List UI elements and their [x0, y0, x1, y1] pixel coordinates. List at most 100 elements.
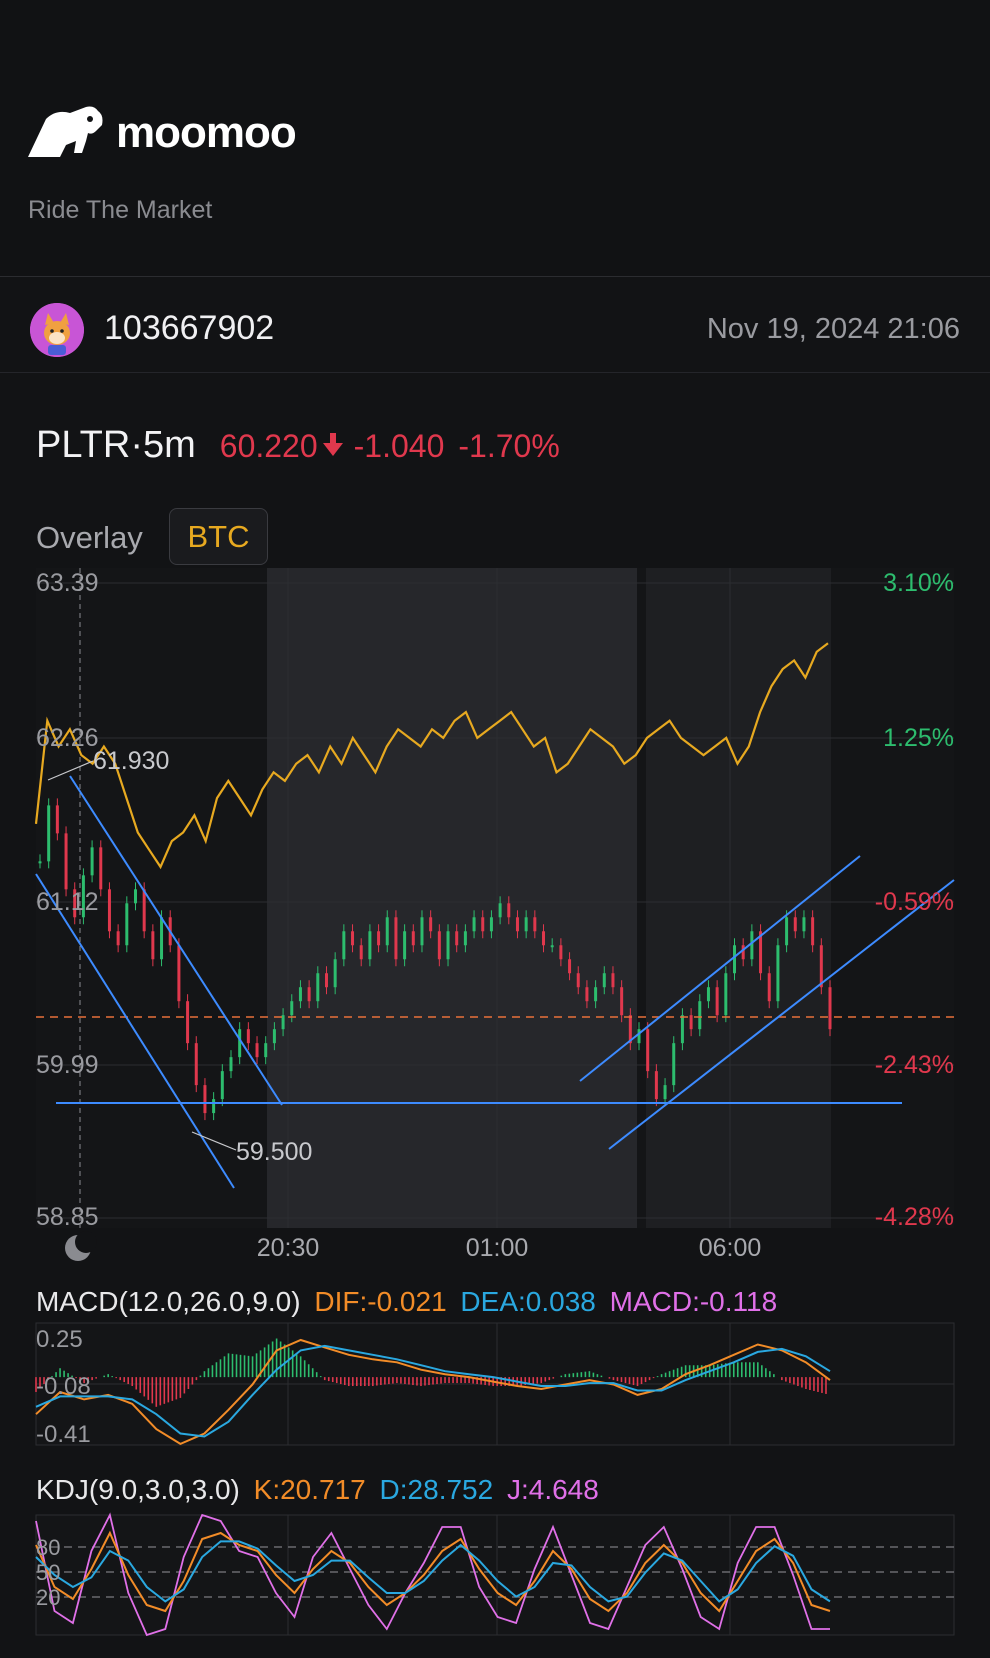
moon-icon: [65, 1231, 97, 1261]
candle-body: [90, 847, 94, 876]
right-tick-3: -2.43%: [875, 1051, 954, 1079]
candle-body: [255, 1043, 259, 1058]
candle-body: [385, 917, 389, 946]
candle-body: [620, 987, 624, 1016]
candle-body: [64, 833, 68, 890]
candle-body: [533, 917, 537, 932]
candle-body: [203, 1085, 207, 1114]
time-tick-1: 01:00: [466, 1234, 529, 1262]
candle-body: [715, 987, 719, 1016]
macd-chart[interactable]: 0.25 -0.08 -0.41: [0, 1320, 990, 1450]
candle-body: [324, 973, 328, 988]
price-change: -1.040: [353, 428, 445, 464]
candle-body: [594, 987, 598, 1002]
macd-header[interactable]: MACD(12.0,26.0,9.0) DIF:-0.021 DEA:0.038…: [36, 1286, 777, 1318]
macd-tick-0: 0.25: [36, 1326, 83, 1353]
candle-body: [272, 1029, 276, 1044]
left-tick-3: 59.99: [36, 1051, 99, 1079]
candle-body: [142, 889, 146, 932]
candle-body: [394, 917, 398, 960]
candle-body: [151, 931, 155, 960]
kdj-chart[interactable]: 80 50 20: [0, 1512, 990, 1648]
candle-body: [99, 847, 103, 890]
candle-body: [680, 1015, 684, 1044]
shiba-avatar-icon: [30, 303, 84, 357]
candle-body: [333, 959, 337, 988]
post-timestamp: Nov 19, 2024 21:06: [706, 313, 960, 345]
candle-body: [628, 1015, 632, 1044]
candle-body: [377, 931, 381, 946]
high-annotation: 61.930: [93, 747, 169, 775]
candle-body: [264, 1043, 268, 1058]
user-id[interactable]: 103667902: [104, 309, 274, 348]
macd-value: MACD:-0.118: [609, 1286, 778, 1317]
candle-body: [351, 931, 355, 946]
candle-body: [672, 1043, 676, 1086]
candle-body: [125, 903, 129, 946]
candle-body: [463, 931, 467, 946]
right-tick-4: -4.28%: [875, 1203, 954, 1231]
ascending-upper-line[interactable]: [579, 855, 861, 1082]
kdj-header[interactable]: KDJ(9.0,3.0,3.0) K:20.717 D:28.752 J:4.6…: [36, 1474, 599, 1506]
candle-body: [706, 987, 710, 1002]
post-author-row: 103667902 Nov 19, 2024 21:06: [0, 277, 990, 373]
overlay-btc-tag[interactable]: BTC: [169, 508, 268, 565]
time-tick-2: 06:00: [699, 1234, 762, 1262]
candle-body: [38, 861, 42, 864]
session-shade: [267, 568, 637, 1228]
tagline: Ride The Market: [28, 196, 213, 224]
ticker-symbol[interactable]: PLTR·5m: [36, 424, 196, 467]
right-tick-2: -0.59%: [875, 888, 954, 916]
candle-body: [290, 1001, 294, 1016]
right-tick-1: 1.25%: [883, 724, 954, 752]
candle-body: [828, 987, 832, 1030]
candle-body: [733, 945, 737, 974]
macd-title: MACD(12.0,26.0,9.0): [36, 1286, 301, 1317]
avatar[interactable]: [30, 303, 84, 357]
candle-body: [698, 1001, 702, 1030]
candle-body: [420, 917, 424, 946]
high-marker-line: [47, 760, 94, 781]
quote-row: PLTR·5m 60.220 -1.040 -1.70%: [36, 424, 574, 467]
overlay-label: Overlay: [36, 520, 143, 555]
kdj-tick-20: 20: [36, 1585, 60, 1610]
candle-body: [368, 931, 372, 960]
candle-body: [481, 917, 485, 932]
candle-body: [73, 889, 77, 918]
candle-body: [281, 1015, 285, 1030]
candle-body: [455, 931, 459, 946]
candle-body: [177, 945, 181, 1002]
candle-body: [168, 917, 172, 946]
channel-lower-line[interactable]: [35, 873, 235, 1189]
candle-body: [246, 1029, 250, 1044]
candle-body: [802, 917, 806, 932]
last-price: 60.220: [219, 428, 318, 464]
session-shade-2: [646, 568, 831, 1228]
candle-body: [741, 945, 745, 960]
macd-tick-2: -0.41: [36, 1421, 91, 1448]
candle-body: [724, 973, 728, 1016]
candle-body: [793, 917, 797, 932]
candle-body: [507, 903, 511, 918]
candle-body: [515, 917, 519, 932]
candle-body: [489, 917, 493, 932]
candle-body: [186, 1001, 190, 1044]
candle-body: [429, 917, 433, 932]
candle-body: [524, 917, 528, 932]
low-marker-line: [191, 1131, 237, 1151]
app-header: moomoo Ride The Market: [0, 0, 990, 277]
candle-body: [212, 1099, 216, 1114]
candle-body: [498, 903, 502, 918]
left-tick-1: 62.26: [36, 724, 99, 752]
candle-body: [568, 959, 572, 974]
left-tick-0: 63.39: [36, 569, 99, 597]
candle-body: [576, 973, 580, 988]
candle-body: [811, 917, 815, 946]
candle-body: [776, 945, 780, 1002]
candle-body: [238, 1029, 242, 1058]
time-tick-0: 20:30: [257, 1234, 320, 1262]
channel-upper-line[interactable]: [69, 775, 283, 1106]
candle-body: [585, 987, 589, 1002]
ascending-lower-line[interactable]: [608, 879, 955, 1150]
candle-body: [437, 931, 441, 960]
